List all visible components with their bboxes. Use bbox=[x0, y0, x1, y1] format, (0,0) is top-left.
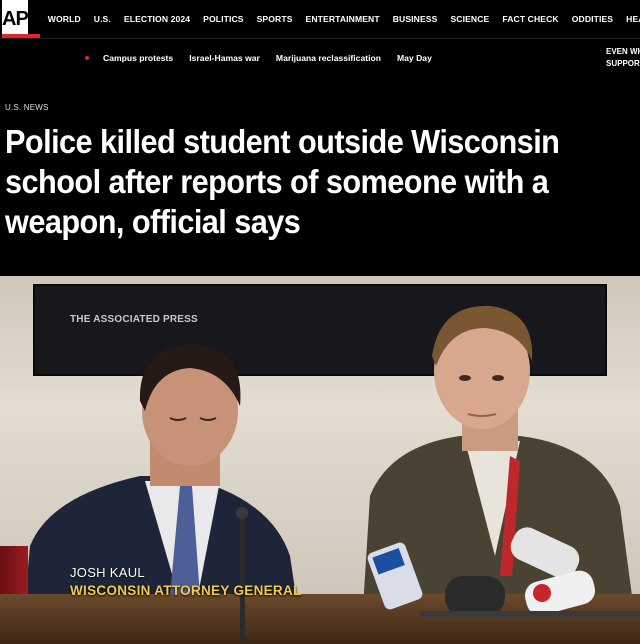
trending-item-marijuana[interactable]: Marijuana reclassification bbox=[276, 53, 381, 63]
trending-promo[interactable]: EVEN WH SUPPORT bbox=[606, 46, 640, 70]
nav-item-us[interactable]: U.S. bbox=[94, 14, 111, 24]
nav-item-fact-check[interactable]: FACT CHECK bbox=[502, 14, 558, 24]
nav-item-election-2024[interactable]: ELECTION 2024 bbox=[124, 14, 190, 24]
top-nav-bar: AP WORLD U.S. ELECTION 2024 POLITICS SPO… bbox=[0, 0, 640, 38]
promo-line-1: EVEN WH bbox=[606, 47, 640, 56]
main-nav: WORLD U.S. ELECTION 2024 POLITICS SPORTS… bbox=[48, 14, 640, 24]
video-watermark: THE ASSOCIATED PRESS bbox=[70, 314, 198, 325]
ap-logo[interactable]: AP bbox=[2, 0, 29, 38]
nav-item-world[interactable]: WORLD bbox=[48, 14, 81, 24]
trending-dot-icon bbox=[85, 55, 89, 60]
nav-item-health[interactable]: HEALTH bbox=[626, 14, 640, 24]
speaker-title: WISCONSIN ATTORNEY GENERAL bbox=[70, 583, 302, 598]
article-headline: Police killed student outside Wisconsin … bbox=[5, 123, 560, 240]
section-label[interactable]: U.S. NEWS bbox=[5, 103, 49, 112]
nav-item-politics[interactable]: POLITICS bbox=[203, 14, 243, 24]
speaker-name: JOSH KAUL bbox=[70, 565, 145, 580]
logo-text: AP bbox=[2, 7, 29, 30]
trending-item-campus-protests[interactable]: Campus protests bbox=[103, 53, 173, 63]
nav-item-sports[interactable]: SPORTS bbox=[257, 14, 293, 24]
promo-line-2: SUPPORT bbox=[606, 59, 640, 68]
video-player[interactable]: THE ASSOCIATED PRESS JOSH KAUL WISCONSIN… bbox=[0, 276, 640, 644]
nav-item-business[interactable]: BUSINESS bbox=[393, 14, 438, 24]
nav-item-oddities[interactable]: ODDITIES bbox=[572, 14, 613, 24]
nav-item-entertainment[interactable]: ENTERTAINMENT bbox=[306, 14, 380, 24]
trending-bar: Campus protests Israel-Hamas war Marijua… bbox=[0, 38, 640, 76]
trending-item-may-day[interactable]: May Day bbox=[397, 53, 432, 63]
nav-item-science[interactable]: SCIENCE bbox=[450, 14, 489, 24]
lower-third-caption: JOSH KAUL WISCONSIN ATTORNEY GENERAL bbox=[70, 565, 302, 598]
trending-list: Campus protests Israel-Hamas war Marijua… bbox=[103, 53, 432, 63]
trending-item-israel-hamas-war[interactable]: Israel-Hamas war bbox=[189, 53, 260, 63]
